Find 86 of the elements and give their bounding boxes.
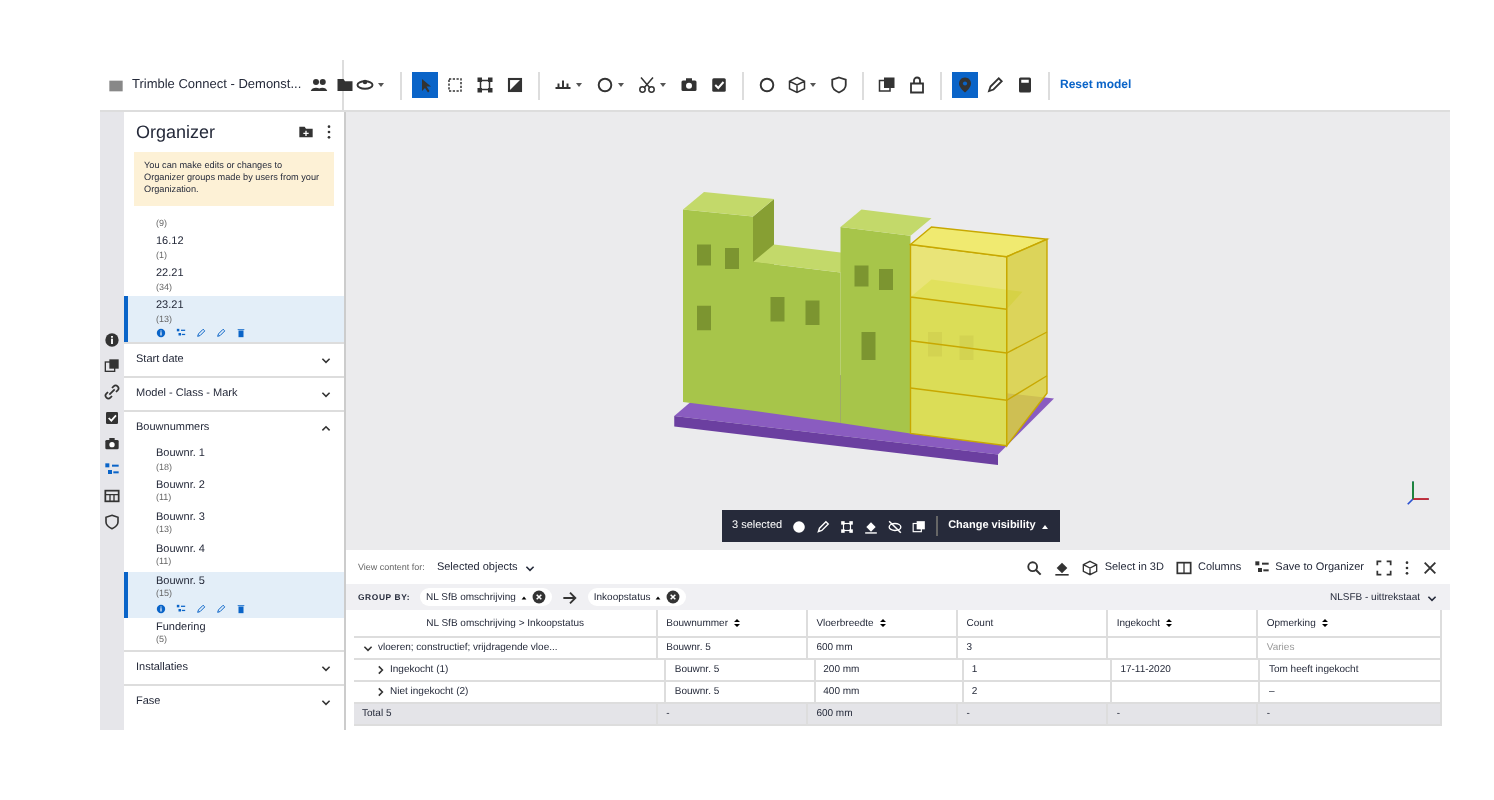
dashed-square-icon (446, 76, 464, 94)
tool-button[interactable] (874, 72, 900, 98)
paint-bucket-icon[interactable] (1054, 559, 1071, 575)
caret-icon (376, 80, 386, 90)
tree-list-icon[interactable] (176, 603, 186, 614)
tree-list-icon[interactable] (176, 327, 186, 338)
add-folder-icon[interactable] (298, 124, 314, 140)
cube-icon (788, 76, 806, 94)
fullscreen-icon[interactable] (1376, 559, 1392, 575)
chevron-icon (320, 387, 332, 400)
frame-icon[interactable] (840, 519, 855, 533)
eye-off-icon[interactable] (888, 519, 903, 533)
chevron-icon[interactable] (362, 642, 374, 654)
checkbox-icon (710, 76, 728, 94)
chevron-icon[interactable] (374, 664, 386, 676)
sort-icon (1164, 618, 1175, 628)
cube-icon (1082, 559, 1099, 575)
half-filled-square-icon (506, 76, 524, 94)
info-icon[interactable] (104, 332, 120, 348)
chevron-icon (320, 695, 332, 708)
tool-button[interactable] (754, 72, 780, 98)
people-icon[interactable] (309, 76, 328, 94)
sort-icon (1319, 618, 1330, 628)
shield-icon (830, 76, 848, 94)
paint-bucket-icon[interactable] (864, 519, 879, 533)
caret-icon (574, 80, 584, 90)
shield-icon[interactable] (104, 514, 120, 530)
sort-icon (732, 618, 742, 628)
search-icon[interactable] (1026, 559, 1043, 575)
trash-icon[interactable] (236, 327, 246, 338)
caret-icon (654, 593, 663, 601)
tool-button[interactable] (634, 72, 672, 98)
columns-icon (1175, 559, 1192, 575)
tool-button[interactable] (442, 72, 468, 98)
tool-button[interactable] (472, 72, 498, 98)
link-icon[interactable] (104, 384, 120, 400)
ruler-icon (554, 76, 572, 94)
pointer-icon (416, 76, 434, 94)
more-icon[interactable] (326, 124, 332, 140)
tree-list-icon[interactable] (104, 462, 120, 478)
circle-icon (596, 76, 614, 94)
calculator-icon (1016, 76, 1034, 94)
more-icon[interactable] (1404, 559, 1410, 575)
folder-icon[interactable] (335, 76, 354, 94)
orbit-icon (356, 76, 374, 94)
menu-icon[interactable] (108, 77, 124, 93)
caret-icon (1039, 521, 1050, 531)
checkbox-icon[interactable] (104, 410, 120, 426)
circle-icon (758, 76, 776, 94)
camera-icon[interactable] (104, 436, 120, 452)
pin-icon (956, 76, 974, 94)
tool-button[interactable] (502, 72, 528, 98)
arrow-right-icon (561, 589, 578, 605)
sort-icon (877, 618, 888, 628)
tool-button[interactable] (706, 72, 732, 98)
frame-icon (476, 76, 494, 94)
caret-icon (808, 80, 818, 90)
tool-button[interactable] (904, 72, 930, 98)
layers-icon[interactable] (104, 358, 120, 374)
remove-icon[interactable] (531, 590, 546, 604)
caret-icon (616, 80, 626, 90)
chevron-icon (1426, 591, 1438, 603)
chevron-icon[interactable] (374, 686, 386, 698)
tool-button[interactable] (784, 72, 822, 98)
axis-gizmo-icon (1406, 478, 1434, 506)
pencil-icon (986, 76, 1004, 94)
chevron-icon (320, 661, 332, 674)
bag-icon (908, 76, 926, 94)
chevron-icon (523, 561, 536, 573)
info-icon[interactable] (792, 519, 807, 533)
trash-icon[interactable] (236, 603, 246, 614)
remove-icon[interactable] (666, 590, 681, 604)
camera-icon (680, 76, 698, 94)
table-icon[interactable] (104, 488, 120, 504)
tool-button[interactable] (982, 72, 1008, 98)
chevron-icon (320, 421, 332, 434)
tree-list-icon (1253, 559, 1270, 575)
layers-icon (878, 76, 896, 94)
organizer-title: Organizer (136, 122, 218, 142)
tool-button[interactable] (592, 72, 630, 98)
caret-icon (658, 80, 668, 90)
scissors-icon (638, 76, 656, 94)
tool-button[interactable] (826, 72, 852, 98)
close-icon[interactable] (1422, 559, 1438, 575)
chevron-icon (320, 353, 332, 366)
layers-icon[interactable] (912, 519, 927, 533)
